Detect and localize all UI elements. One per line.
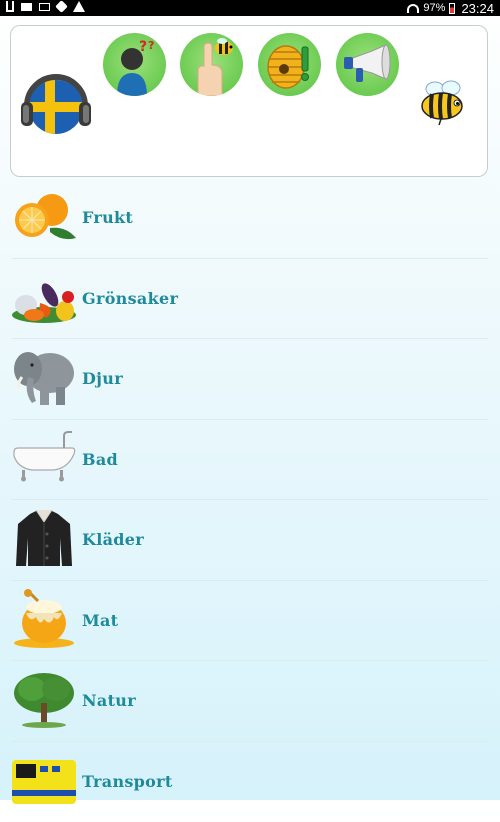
warning-icon <box>73 1 85 12</box>
quiz-button[interactable] <box>258 33 321 96</box>
category-item-djur[interactable]: Djur <box>0 339 500 420</box>
orange-fruit-icon <box>10 186 78 246</box>
category-item-bad[interactable]: Bad <box>0 420 500 501</box>
bee-mascot-icon <box>415 79 471 127</box>
battery-percent: 97% <box>423 2 445 14</box>
beehive-exclamation-icon <box>258 33 321 96</box>
learn-button[interactable] <box>180 33 243 96</box>
jacket-icon <box>10 508 78 568</box>
ambulance-icon <box>10 750 78 810</box>
pointing-finger-bee-icon <box>180 33 243 96</box>
svg-text:?: ? <box>139 39 147 55</box>
battery-icon <box>449 3 455 14</box>
category-label: Grönsaker <box>82 289 178 308</box>
category-item-transport[interactable]: Transport <box>0 742 500 822</box>
category-label: Transport <box>82 772 173 791</box>
category-label: Bad <box>82 450 118 469</box>
usb-icon <box>6 1 14 12</box>
status-right: 97% 23:24 <box>407 0 494 16</box>
header-panel: ? ? <box>10 25 488 177</box>
elephant-icon <box>10 347 78 407</box>
sweden-flag-headphones-icon[interactable] <box>19 68 93 142</box>
svg-text:?: ? <box>148 39 154 52</box>
category-label: Natur <box>82 691 136 710</box>
category-item-frukt[interactable]: Frukt <box>0 178 500 259</box>
megaphone-icon <box>336 33 399 96</box>
category-label: Djur <box>82 369 123 388</box>
question-person-icon: ? ? <box>103 33 166 96</box>
phone-icon <box>55 0 68 13</box>
category-list: Frukt Grönsaker Djur <box>0 178 500 822</box>
pronounce-button[interactable] <box>336 33 399 96</box>
category-label: Kläder <box>82 530 144 549</box>
help-button[interactable]: ? ? <box>103 33 166 96</box>
category-item-gronsaker[interactable]: Grönsaker <box>0 259 500 340</box>
category-label: Mat <box>82 611 118 630</box>
status-bar: 97% 23:24 <box>0 0 500 16</box>
message-icon <box>39 3 50 11</box>
tree-icon <box>10 669 78 729</box>
bathtub-icon <box>10 428 78 488</box>
keyboard-icon <box>21 3 32 11</box>
vegetables-icon <box>10 267 78 327</box>
category-item-mat[interactable]: Mat <box>0 581 500 662</box>
wifi-icon <box>407 4 419 13</box>
category-item-klader[interactable]: Kläder <box>0 500 500 581</box>
honey-pot-icon <box>10 589 78 649</box>
category-item-natur[interactable]: Natur <box>0 661 500 742</box>
status-left-icons <box>6 1 85 12</box>
category-label: Frukt <box>82 208 133 227</box>
clock: 23:24 <box>461 1 494 16</box>
